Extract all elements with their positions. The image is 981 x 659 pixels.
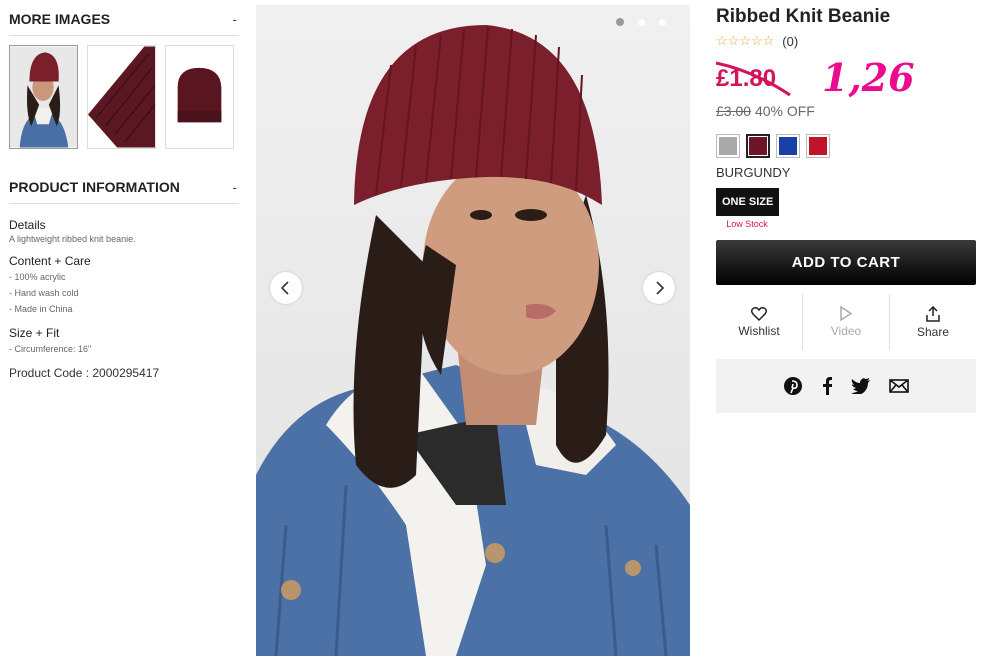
twitter-button[interactable] [851, 378, 871, 394]
video-label: Video [830, 324, 862, 338]
swatch-color [719, 137, 737, 155]
previous-image-button[interactable] [270, 272, 302, 304]
swatch-color [779, 137, 797, 155]
size-fit-heading: Size + Fit [9, 326, 60, 340]
list-item: - 100% acrylic [9, 272, 66, 282]
selected-color-name: BURGUNDY [716, 165, 791, 180]
size-one-size-button[interactable]: ONE SIZE [716, 188, 780, 216]
product-details: Ribbed Knit Beanie ☆☆☆☆☆ (0) £1.80 1,26 … [715, 0, 976, 413]
swatch-heather-grey[interactable] [716, 134, 740, 158]
rating-count: (0) [782, 33, 799, 49]
thumbnail-beanie-flat[interactable] [165, 45, 234, 149]
details-text: A lightweight ribbed knit beanie. [9, 234, 136, 244]
facebook-icon [823, 377, 832, 395]
next-image-button[interactable] [643, 272, 675, 304]
content-care-heading: Content + Care [9, 254, 91, 268]
chevron-right-icon [656, 281, 665, 295]
model-photo [256, 5, 690, 656]
strikethrough-mark [715, 61, 791, 97]
swatch-burgundy[interactable] [746, 134, 770, 158]
product-page: MORE IMAGES - PRODUCT INFORMATION - Deta… [0, 0, 981, 659]
envelope-icon [889, 379, 909, 393]
discount-label: 40% OFF [754, 103, 815, 119]
product-information-title: PRODUCT INFORMATION [9, 178, 180, 195]
swatch-red[interactable] [806, 134, 830, 158]
collapse-icon[interactable]: - [232, 179, 239, 195]
color-swatches [716, 134, 976, 158]
social-share-bar [716, 359, 976, 413]
original-price-row: £3.00 40% OFF [716, 103, 976, 119]
heart-icon [751, 307, 767, 321]
chevron-left-icon [280, 281, 289, 295]
share-button[interactable]: Share [890, 294, 976, 350]
content-care-list: - 100% acrylic - Hand wash cold - Made i… [9, 269, 239, 317]
main-product-image[interactable] [256, 5, 690, 656]
more-images-title: MORE IMAGES [9, 10, 111, 27]
rating[interactable]: ☆☆☆☆☆ (0) [716, 33, 976, 49]
add-to-cart-button[interactable]: ADD TO CART [716, 240, 976, 285]
product-code: Product Code : 2000295417 [9, 366, 160, 380]
product-information-header[interactable]: PRODUCT INFORMATION - [9, 168, 239, 204]
wishlist-label: Wishlist [738, 324, 780, 338]
wishlist-button[interactable]: Wishlist [716, 294, 803, 350]
low-stock-label: Low Stock [726, 219, 768, 229]
product-title: Ribbed Knit Beanie [716, 6, 891, 27]
pinterest-button[interactable] [783, 376, 803, 396]
thumbnail-model[interactable] [9, 45, 78, 149]
carousel-dots [616, 18, 666, 26]
carousel-dot[interactable] [638, 18, 645, 26]
product-information-body: Details A lightweight ribbed knit beanie… [9, 204, 239, 380]
twitter-icon [851, 378, 870, 394]
list-item: - Hand wash cold [9, 288, 79, 298]
list-item: - Made in China [9, 304, 73, 314]
details-heading: Details [9, 218, 46, 232]
collapse-icon[interactable]: - [232, 11, 239, 27]
original-price: £3.00 [716, 103, 752, 119]
swatch-royal-blue[interactable] [776, 134, 800, 158]
model-thumbnail-image [10, 46, 77, 148]
thumbnail-knit-closeup[interactable] [87, 45, 156, 149]
facebook-button[interactable] [821, 377, 833, 395]
knit-closeup-thumbnail-image [88, 46, 155, 148]
left-column: MORE IMAGES - PRODUCT INFORMATION - Deta… [9, 0, 239, 380]
email-button[interactable] [889, 379, 909, 393]
star-rating-icon: ☆☆☆☆☆ [716, 33, 775, 48]
video-button[interactable]: Video [803, 294, 890, 350]
more-images-header[interactable]: MORE IMAGES - [9, 0, 239, 36]
list-item: - Circumference: 16" [9, 344, 92, 354]
swatch-color [749, 137, 767, 155]
product-actions: Wishlist Video Share [716, 294, 976, 350]
price-row: £1.80 1,26 [715, 55, 976, 100]
pinterest-icon [784, 377, 802, 395]
handwritten-new-price: 1,26 [822, 55, 915, 100]
share-label: Share [916, 324, 950, 339]
swatch-color [809, 137, 827, 155]
carousel-dot[interactable] [659, 18, 666, 26]
carousel-dot[interactable] [616, 18, 624, 26]
thumbnail-list [9, 45, 239, 149]
beanie-flat-thumbnail-image [166, 46, 233, 148]
share-icon [926, 305, 940, 322]
size-fit-list: - Circumference: 16" [9, 341, 239, 357]
play-icon [840, 306, 853, 321]
